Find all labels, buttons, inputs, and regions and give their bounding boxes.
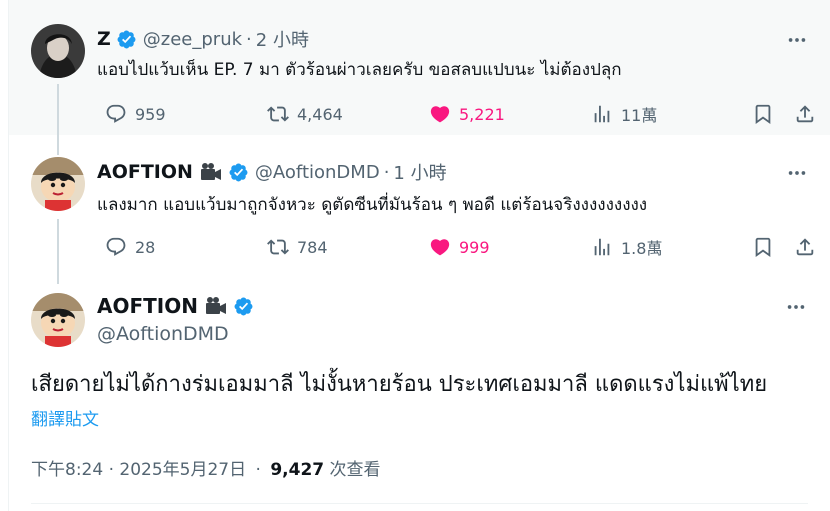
thread-line [57, 219, 59, 284]
display-name[interactable]: Z [97, 28, 111, 50]
tweet-text: แลงมาก แอบแว้บมาถูกจังหวะ ดูตัดซีนที่มัน… [97, 195, 648, 215]
share-icon[interactable] [793, 232, 817, 262]
heart-filled-icon [430, 106, 450, 123]
repost-button[interactable]: 784 [267, 232, 328, 262]
timestamp[interactable]: 下午8:24 · 2025年5月27日 [31, 460, 246, 480]
reply-button[interactable]: 28 [105, 232, 155, 262]
tweet-aoftion-reply[interactable]: AOFTION @AoftionDMD · 1 小時 แลงมาก แอบแว้… [9, 135, 830, 284]
repost-count: 4,464 [297, 104, 343, 124]
view-count: 1.8萬 [621, 239, 663, 258]
action-bar: 28 784 999 1.8萬 [97, 232, 821, 262]
bookmark-icon[interactable] [751, 232, 775, 262]
separator-dot: · [383, 161, 390, 183]
analytics-icon [594, 105, 610, 123]
video-camera-emoji-icon [204, 296, 228, 316]
translate-post-link[interactable]: 翻譯貼文 [31, 405, 99, 430]
separator-dot: · [255, 460, 261, 480]
analytics-icon [594, 238, 610, 256]
thread-line [57, 84, 59, 135]
tweet-metadata: 下午8:24 · 2025年5月27日 · 9,427 次查看 [31, 455, 381, 480]
conversation-thread: Z @zee_pruk · 2 小時 แอบไปแว้บเห็น EP. 7 ม… [8, 0, 830, 511]
view-count: 11萬 [621, 106, 658, 125]
tweet-time[interactable]: 1 小時 [393, 159, 446, 185]
user-handle[interactable]: @zee_pruk [143, 29, 242, 50]
reply-icon [106, 104, 126, 123]
verified-badge-icon [116, 29, 137, 50]
reply-button[interactable]: 959 [105, 99, 166, 129]
more-options-icon[interactable] [784, 295, 808, 319]
views-label: 次查看 [329, 460, 381, 480]
repost-button[interactable]: 4,464 [267, 99, 343, 129]
display-name[interactable]: AOFTION [97, 294, 198, 318]
share-icon[interactable] [793, 99, 817, 129]
tweet-time[interactable]: 2 小時 [256, 26, 309, 52]
reply-icon [106, 237, 126, 256]
main-tweet-header: AOFTION [97, 294, 254, 318]
like-count: 5,221 [459, 104, 505, 124]
thread-line [57, 135, 59, 155]
repost-count: 784 [297, 237, 328, 257]
repost-icon [267, 239, 289, 255]
tweet-zee[interactable]: Z @zee_pruk · 2 小時 แอบไปแว้บเห็น EP. 7 ม… [9, 0, 830, 135]
view-count: 9,427 [270, 460, 325, 480]
action-bar: 959 4,464 5,221 11萬 [97, 99, 821, 129]
heart-filled-icon [430, 239, 450, 256]
reply-count: 28 [135, 237, 156, 257]
divider [31, 503, 808, 504]
repost-icon [267, 106, 289, 122]
main-tweet-text: เสียดายไม่ได้กางร่มเอมมาลี ไม่งั้นหายร้อ… [31, 372, 768, 397]
avatar[interactable] [31, 293, 85, 347]
more-options-icon[interactable] [785, 161, 809, 185]
avatar[interactable] [31, 157, 85, 211]
avatar[interactable] [31, 24, 85, 78]
verified-badge-icon [228, 162, 249, 183]
tweet-text: แอบไปแว้บเห็น EP. 7 มา ตัวร้อนผ่าวเลยครั… [97, 60, 622, 80]
tweet-header: Z @zee_pruk · 2 小時 [97, 26, 309, 52]
like-button[interactable]: 999 [429, 232, 490, 262]
display-name[interactable]: AOFTION [97, 161, 193, 183]
more-options-icon[interactable] [785, 28, 809, 52]
views-button[interactable]: 1.8萬 [591, 232, 662, 262]
tweet-header: AOFTION @AoftionDMD · 1 小時 [97, 159, 447, 185]
verified-badge-icon [233, 296, 254, 317]
user-handle[interactable]: @AoftionDMD [255, 162, 380, 183]
separator-dot: · [246, 28, 252, 50]
reply-count: 959 [135, 104, 166, 124]
user-handle[interactable]: @AoftionDMD [97, 323, 229, 345]
video-camera-emoji-icon [199, 162, 223, 182]
like-count: 999 [459, 237, 490, 257]
like-button[interactable]: 5,221 [429, 99, 505, 129]
views-button[interactable]: 11萬 [591, 99, 657, 129]
bookmark-icon[interactable] [751, 99, 775, 129]
